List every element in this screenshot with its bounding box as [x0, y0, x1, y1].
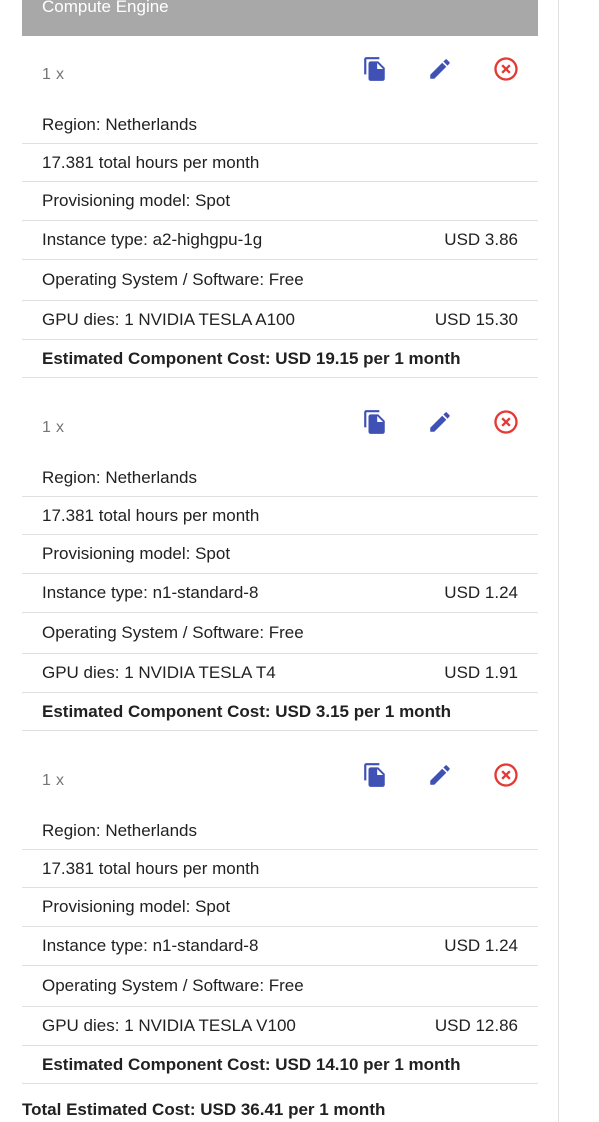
estimated-cost-label: Estimated Component Cost: USD 14.10 per … — [42, 1054, 461, 1074]
line-item-price: USD 12.86 — [434, 1016, 518, 1035]
item-toolbar: 1 x — [22, 389, 538, 459]
estimated-component-cost: Estimated Component Cost: USD 19.15 per … — [22, 340, 538, 378]
edit-button[interactable] — [425, 56, 455, 86]
line-item-row: GPU dies: 1 NVIDIA TESLA T4 USD 1.91 — [22, 654, 538, 693]
item-toolbar: 1 x — [22, 742, 538, 812]
line-item-label: 17.381 total hours per month — [42, 858, 260, 878]
line-item-label: Operating System / Software: Free — [42, 270, 304, 289]
line-item-row: Operating System / Software: Free — [22, 966, 538, 1007]
copy-button[interactable] — [360, 762, 390, 792]
line-item-price: USD 1.24 — [444, 583, 518, 602]
compute-item: 1 x Region: Netherlands 17.381 total hours… — [22, 389, 538, 731]
line-item-row: Operating System / Software: Free — [22, 260, 538, 301]
estimated-component-cost: Estimated Component Cost: USD 14.10 per … — [22, 1046, 538, 1084]
line-item-row: GPU dies: 1 NVIDIA TESLA A100 USD 15.30 — [22, 301, 538, 340]
line-item-label: Provisioning model: Spot — [42, 191, 231, 210]
line-item-label: Provisioning model: Spot — [42, 544, 231, 563]
delete-button[interactable] — [491, 409, 521, 439]
line-item-row: 17.381 total hours per month — [22, 850, 538, 888]
line-item-row: Instance type: n1-standard-8 USD 1.24 — [22, 927, 538, 966]
line-item-label: Provisioning model: Spot — [42, 897, 231, 916]
line-item-label: GPU dies: 1 NVIDIA TESLA T4 — [42, 663, 276, 682]
line-item-price: USD 1.24 — [444, 936, 518, 955]
line-item-row: Region: Netherlands — [22, 459, 538, 497]
delete-icon — [492, 761, 520, 794]
line-item-row: 17.381 total hours per month — [22, 497, 538, 535]
line-item-row: 17.381 total hours per month — [22, 144, 538, 182]
delete-icon — [492, 408, 520, 441]
edit-icon — [427, 762, 453, 793]
quantity-label: 1 x — [42, 772, 65, 789]
line-item-label: Instance type: a2-highgpu-1g — [42, 230, 263, 249]
section-title: Compute Engine — [42, 0, 169, 16]
line-item-label: Region: Netherlands — [42, 114, 197, 134]
line-item-label: 17.381 total hours per month — [42, 152, 260, 172]
copy-icon — [362, 761, 388, 794]
panel-divider — [558, 0, 559, 1122]
line-item-label: Operating System / Software: Free — [42, 623, 304, 642]
line-item-row: Operating System / Software: Free — [22, 613, 538, 654]
line-item-row: Provisioning model: Spot — [22, 182, 538, 221]
line-item-row: Provisioning model: Spot — [22, 535, 538, 574]
copy-icon — [362, 408, 388, 441]
quantity-label: 1 x — [42, 419, 65, 436]
line-item-row: Region: Netherlands — [22, 812, 538, 850]
copy-button[interactable] — [360, 409, 390, 439]
copy-icon — [362, 55, 388, 88]
edit-button[interactable] — [425, 409, 455, 439]
line-item-price: USD 1.91 — [444, 663, 518, 682]
estimate-card: Compute Engine 1 x Region: Netherlands 17.… — [0, 0, 559, 1122]
quantity-label: 1 x — [42, 66, 65, 83]
line-item-label: Instance type: n1-standard-8 — [42, 936, 259, 955]
line-item-label: 17.381 total hours per month — [42, 505, 260, 525]
edit-button[interactable] — [425, 762, 455, 792]
copy-button[interactable] — [360, 56, 390, 86]
edit-icon — [427, 56, 453, 87]
line-item-label: Region: Netherlands — [42, 820, 197, 840]
line-item-row: Region: Netherlands — [22, 106, 538, 144]
line-item-price: USD 3.86 — [444, 230, 518, 249]
line-item-row: Provisioning model: Spot — [22, 888, 538, 927]
line-item-price: USD 15.30 — [434, 310, 518, 329]
line-item-label: Instance type: n1-standard-8 — [42, 583, 259, 602]
line-item-label: Operating System / Software: Free — [42, 976, 304, 995]
compute-item: 1 x Region: Netherlands 17.381 total hours… — [22, 742, 538, 1084]
line-item-label: Region: Netherlands — [42, 467, 197, 487]
line-item-label: GPU dies: 1 NVIDIA TESLA A100 — [42, 310, 295, 329]
line-item-row: Instance type: n1-standard-8 USD 1.24 — [22, 574, 538, 613]
delete-icon — [492, 55, 520, 88]
line-item-row: GPU dies: 1 NVIDIA TESLA V100 USD 12.86 — [22, 1007, 538, 1046]
estimated-cost-label: Estimated Component Cost: USD 19.15 per … — [42, 348, 461, 368]
line-item-row: Instance type: a2-highgpu-1g USD 3.86 — [22, 221, 538, 260]
edit-icon — [427, 409, 453, 440]
section-header: Compute Engine — [22, 0, 538, 36]
compute-item: 1 x Region: Netherlands 17.381 total hours… — [22, 36, 538, 378]
estimated-cost-label: Estimated Component Cost: USD 3.15 per 1… — [42, 701, 451, 721]
delete-button[interactable] — [491, 56, 521, 86]
delete-button[interactable] — [491, 762, 521, 792]
total-estimated-cost: Total Estimated Cost: USD 36.41 per 1 mo… — [22, 1100, 386, 1119]
estimated-component-cost: Estimated Component Cost: USD 3.15 per 1… — [22, 693, 538, 731]
item-toolbar: 1 x — [22, 36, 538, 106]
line-item-label: GPU dies: 1 NVIDIA TESLA V100 — [42, 1016, 296, 1035]
